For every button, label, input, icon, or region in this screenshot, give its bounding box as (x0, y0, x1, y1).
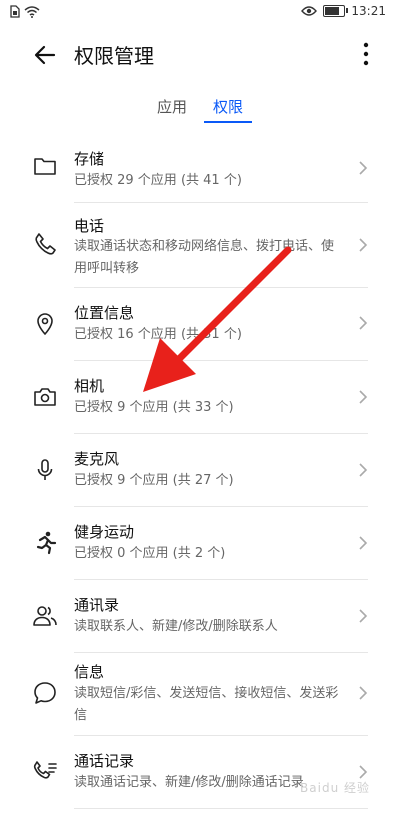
status-icons-left (10, 5, 40, 18)
location-pin-icon (37, 313, 53, 336)
chevron-right-icon (359, 686, 368, 700)
list-item[interactable]: 相机 已授权 9 个应用 (共 33 个) (0, 361, 400, 433)
status-bar: 13:21 (0, 0, 400, 26)
chevron-right-icon (359, 536, 368, 550)
status-icons-right: 13:21 (301, 4, 386, 18)
watermark: Baidu 经验 (300, 781, 370, 795)
call-log-icon (33, 761, 57, 779)
chevron-right-icon (359, 161, 368, 175)
item-description: 已授权 9 个应用 (共 27 个) (74, 473, 234, 488)
item-description: 读取通话状态和移动网络信息、拨打电话、使用呼叫转移 (74, 239, 335, 276)
chevron-right-icon (359, 765, 368, 779)
list-item[interactable]: 电话 读取通话状态和移动网络信息、拨打电话、使用呼叫转移 (0, 203, 400, 287)
more-options-icon[interactable] (358, 40, 374, 68)
folder-icon (34, 158, 56, 175)
item-title: 位置信息 (74, 304, 135, 322)
camera-icon (34, 388, 56, 406)
tab-permissions[interactable]: 权限 (213, 96, 243, 117)
item-description: 已授权 29 个应用 (共 41 个) (74, 173, 242, 188)
chevron-right-icon (359, 238, 368, 252)
item-description: 读取短信/彩信、发送短信、接收短信、发送彩信 (74, 686, 339, 723)
chevron-right-icon (359, 463, 368, 477)
clock: 13:21 (351, 4, 386, 18)
list-item[interactable]: 信息 读取短信/彩信、发送短信、接收短信、发送彩信 (0, 653, 400, 735)
item-title: 存储 (74, 150, 105, 168)
list-item[interactable]: 存储 已授权 29 个应用 (共 41 个) (0, 130, 400, 202)
item-title: 通话记录 (74, 752, 135, 770)
list-item[interactable]: 麦克风 已授权 9 个应用 (共 27 个) (0, 434, 400, 506)
item-description: 已授权 0 个应用 (共 2 个) (74, 546, 226, 561)
item-title: 信息 (74, 663, 105, 681)
eye-icon (301, 6, 318, 16)
tab-bar: 应用 权限 (0, 92, 400, 128)
message-bubble-icon (34, 682, 56, 704)
microphone-icon (37, 459, 53, 480)
chevron-right-icon (359, 609, 368, 623)
sim-card-icon (10, 5, 20, 18)
item-title: 电话 (74, 217, 105, 235)
tab-apps[interactable]: 应用 (157, 96, 187, 117)
app-header: 权限管理 (0, 26, 400, 82)
chevron-right-icon (359, 316, 368, 330)
item-description: 已授权 16 个应用 (共 31 个) (74, 327, 242, 342)
item-title: 麦克风 (74, 450, 120, 468)
item-title: 通讯录 (74, 596, 120, 614)
chevron-right-icon (359, 390, 368, 404)
battery-icon (323, 5, 349, 17)
running-person-icon (36, 531, 57, 555)
list-item[interactable]: 通讯录 读取联系人、新建/修改/删除联系人 (0, 580, 400, 652)
phone-icon (35, 233, 56, 255)
list-item[interactable]: 健身运动 已授权 0 个应用 (共 2 个) (0, 507, 400, 579)
list-item[interactable]: 通话记录 读取通话记录、新建/修改/删除通话记录 (0, 736, 400, 808)
item-title: 相机 (74, 377, 105, 395)
page-title: 权限管理 (74, 44, 154, 68)
tab-selected-indicator (204, 121, 252, 123)
wifi-icon (24, 5, 40, 18)
contacts-icon (33, 606, 57, 626)
divider (74, 808, 368, 809)
item-title: 健身运动 (74, 523, 135, 541)
battery-level (325, 7, 340, 15)
back-arrow-icon[interactable] (30, 40, 60, 70)
item-description: 已授权 9 个应用 (共 33 个) (74, 400, 234, 415)
item-description: 读取联系人、新建/修改/删除联系人 (74, 619, 278, 634)
list-item[interactable]: 位置信息 已授权 16 个应用 (共 31 个) (0, 288, 400, 360)
